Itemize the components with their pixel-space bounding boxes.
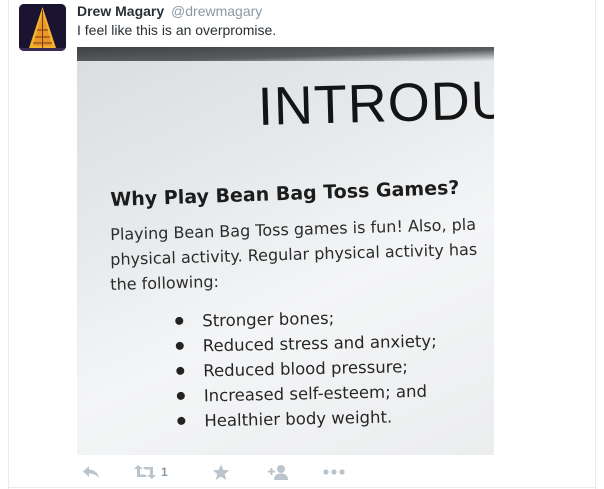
retweet-icon — [134, 465, 156, 479]
photo-subheading: Why Play Bean Bag Toss Games? — [110, 176, 460, 211]
bullet-icon — [176, 366, 185, 375]
bullet-icon — [175, 316, 184, 325]
star-icon — [212, 464, 230, 480]
retweet-button[interactable]: 1 — [134, 462, 168, 482]
follow-icon — [268, 464, 288, 480]
tweet-divider — [8, 487, 596, 488]
photo-paragraph-line: the following: — [110, 271, 220, 294]
favorite-button[interactable] — [212, 462, 230, 482]
photo-heading: INTRODU — [257, 69, 494, 137]
bullet-icon — [177, 416, 186, 425]
photo-paragraph-line: physical activity. Regular physical acti… — [110, 239, 478, 269]
more-icon — [323, 469, 345, 475]
retweet-count: 1 — [161, 465, 168, 479]
bullet-icon — [176, 391, 185, 400]
author-username[interactable]: @drewmagary — [171, 3, 262, 19]
photo-shadow-band — [77, 47, 494, 61]
follow-button[interactable] — [268, 462, 290, 482]
photo-bullet-list: Stronger bones; Reduced stress and anxie… — [175, 304, 439, 434]
more-button[interactable] — [323, 462, 345, 482]
author-fullname[interactable]: Drew Magary — [77, 3, 164, 19]
tweet-photo[interactable]: INTRODU Why Play Bean Bag Toss Games? Pl… — [77, 47, 494, 455]
bullet-text: Reduced blood pressure; — [203, 357, 409, 381]
reply-icon — [83, 466, 99, 478]
tweet-text: I feel like this is an overpromise. — [77, 22, 277, 38]
bullet-text: Stronger bones; — [202, 308, 335, 331]
avatar-image — [19, 4, 66, 51]
photo-paragraph-line: Playing Bean Bag Toss games is fun! Also… — [110, 214, 477, 244]
bullet-icon — [175, 341, 184, 350]
photo-bullet-item: Healthier body weight. — [177, 404, 438, 434]
bullet-text: Reduced stress and anxiety; — [202, 331, 437, 356]
bullet-text: Healthier body weight. — [204, 407, 393, 431]
avatar[interactable] — [19, 4, 66, 51]
reply-button[interactable] — [82, 462, 100, 482]
tweet-header: Drew Magary @drewmagary — [77, 2, 262, 20]
bullet-text: Increased self-esteem; and — [203, 381, 428, 406]
